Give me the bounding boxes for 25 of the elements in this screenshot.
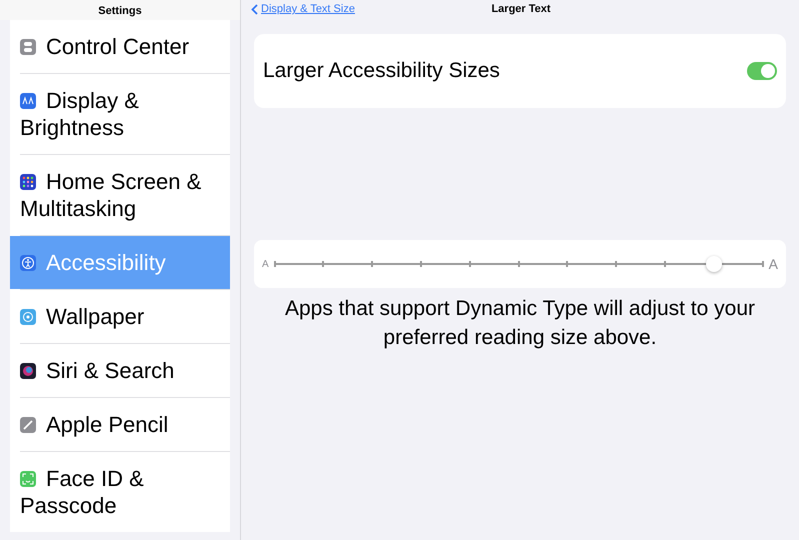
- toggle-switch[interactable]: [747, 62, 777, 80]
- page-title: Larger Text: [490, 4, 552, 15]
- large-a-label: A: [768, 254, 778, 274]
- sidebar-item[interactable]: Apple Pencil: [10, 398, 230, 451]
- text-size-slider[interactable]: [274, 254, 763, 274]
- footer-note: Apps that support Dynamic Type will adjust to your preferred reading size above.: [284, 296, 756, 351]
- slider-thumb[interactable]: [706, 256, 722, 272]
- sidebar-item[interactable]: Face ID & Passcode: [10, 452, 230, 532]
- back-link[interactable]: Display & Text Size: [251, 4, 355, 15]
- sidebar-item[interactable]: Control Center: [10, 20, 230, 73]
- back-chevron-icon: [251, 4, 258, 15]
- sidebar-item[interactable]: Display & Brightness: [10, 74, 230, 154]
- sidebar-title: Settings: [98, 6, 142, 17]
- pencil-icon: [20, 417, 36, 433]
- accessibility-icon: [20, 255, 36, 271]
- sidebar-item[interactable]: Wallpaper: [10, 290, 230, 343]
- toggles-icon: [20, 39, 36, 55]
- app-grid-icon: [20, 174, 36, 190]
- setting-label: Larger Accessibility Sizes: [263, 58, 500, 84]
- text-size-icon: [20, 93, 36, 109]
- orb-icon: [20, 363, 36, 379]
- sidebar-item[interactable]: Home Screen & Multitasking: [10, 155, 230, 235]
- face-scan-icon: [20, 471, 36, 487]
- sidebar-item[interactable]: Siri & Search: [10, 344, 230, 397]
- small-a-label: A: [262, 258, 269, 272]
